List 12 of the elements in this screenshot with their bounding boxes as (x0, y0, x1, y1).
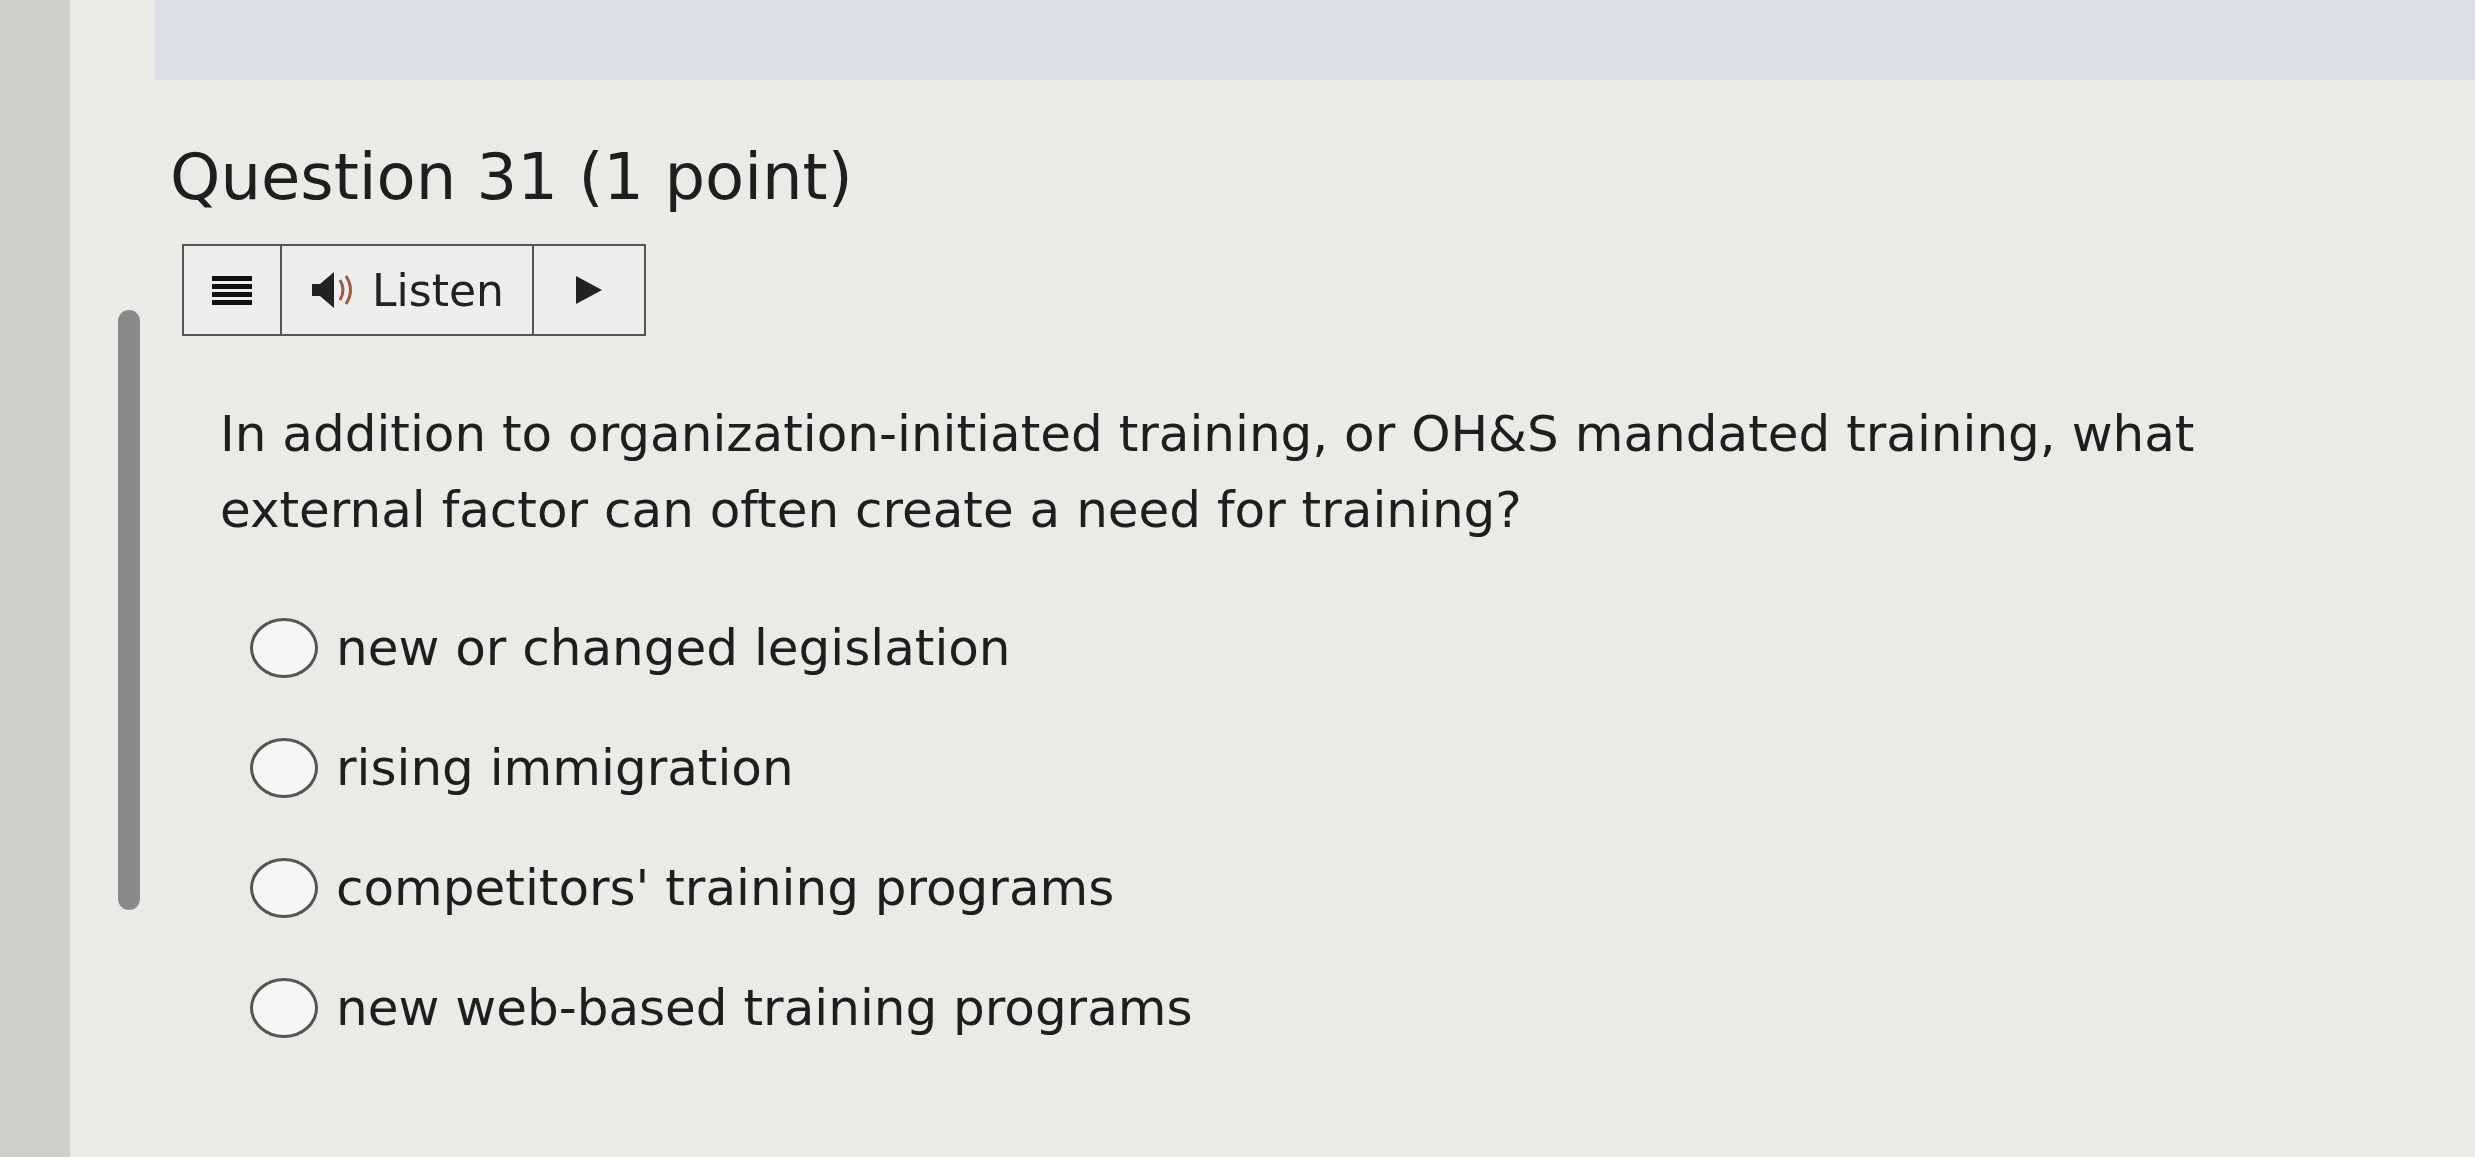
play-icon (573, 274, 604, 306)
menu-button[interactable] (184, 246, 282, 334)
answer-option[interactable]: new or changed legislation (250, 618, 2475, 678)
answer-option[interactable]: new web-based training programs (250, 978, 2475, 1038)
menu-icon (212, 274, 252, 306)
listen-button[interactable]: Listen (282, 246, 534, 334)
answer-option[interactable]: rising immigration (250, 738, 2475, 798)
question-title: Question 31 (1 point) (170, 140, 854, 214)
play-button[interactable] (533, 246, 644, 334)
answer-option[interactable]: competitors' training programs (250, 858, 2475, 918)
question-text: In addition to organization-initiated training, or OH&S mandated training, what external factor can often create a need for training? (220, 404, 2196, 541)
scrollbar[interactable] (118, 310, 140, 910)
